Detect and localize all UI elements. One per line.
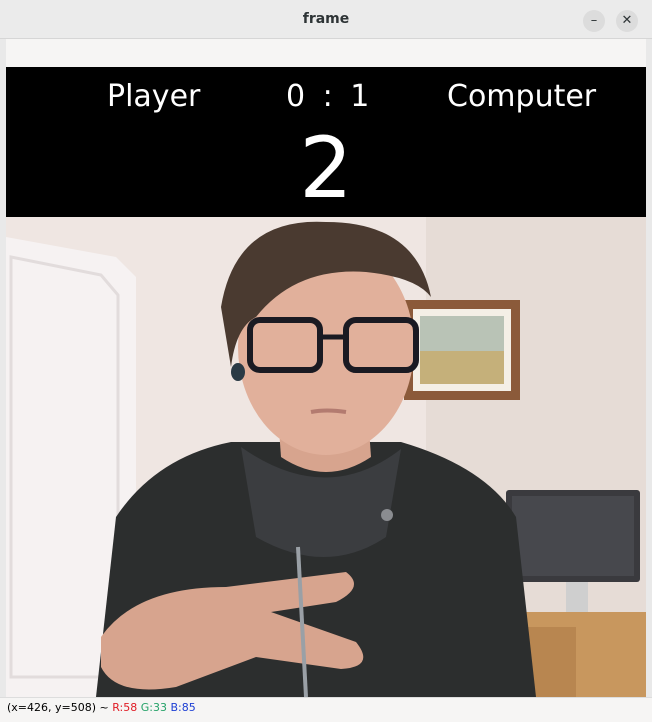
window-title: frame <box>302 11 350 27</box>
green-value: G:33 <box>140 701 167 714</box>
right-edge <box>646 39 652 697</box>
player-label: Player <box>107 79 201 114</box>
webcam-scene <box>6 217 646 697</box>
cursor-coords: (x=426, y=508) ~ <box>7 701 113 714</box>
red-value: R:58 <box>112 701 138 714</box>
status-bar: (x=426, y=508) ~ R:58 G:33 B:85 <box>0 697 652 722</box>
webcam-image <box>6 217 646 697</box>
toolbar <box>0 39 652 68</box>
app-window: frame – ✕ Player 0 : 1 Computer 2 (x=426… <box>0 0 652 722</box>
video-frame[interactable]: Player 0 : 1 Computer 2 <box>6 67 646 697</box>
title-bar[interactable]: frame – ✕ <box>0 0 652 39</box>
computer-label: Computer <box>447 79 597 114</box>
score-display: 0 : 1 <box>286 79 374 114</box>
blue-value: B:85 <box>170 701 196 714</box>
scoreboard: Player 0 : 1 Computer 2 <box>6 67 646 217</box>
close-button[interactable]: ✕ <box>616 10 638 32</box>
minimize-button[interactable]: – <box>583 10 605 32</box>
countdown-number: 2 <box>299 119 353 217</box>
